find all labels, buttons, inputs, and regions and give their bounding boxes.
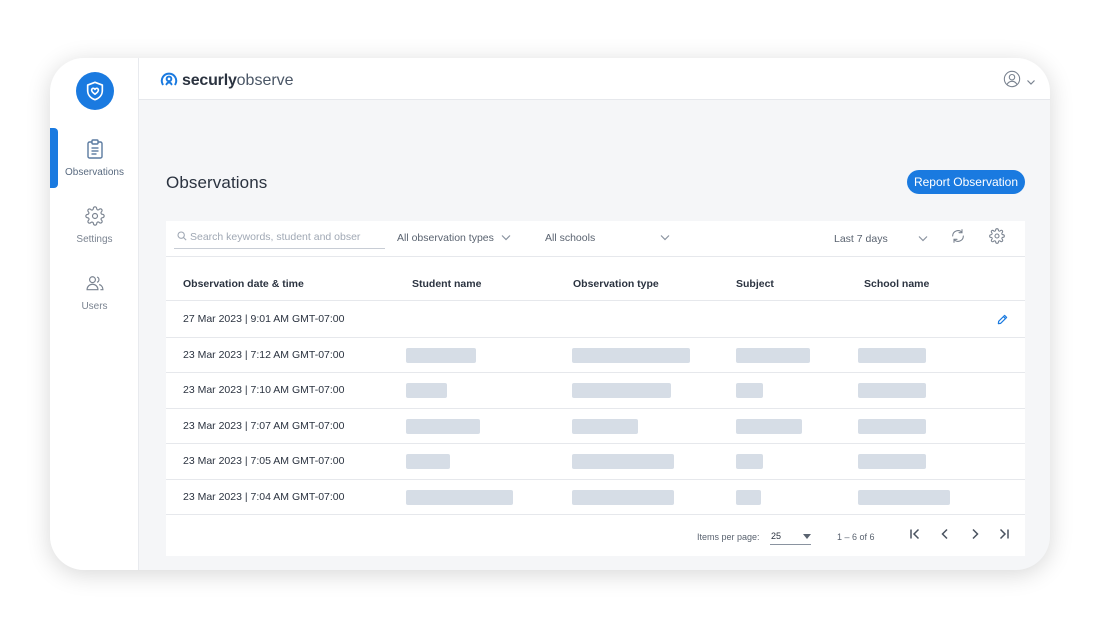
app-window: Observations Settings Users securly obse… (50, 58, 1050, 570)
filter-bar: All observation types All schools Last 7… (166, 221, 1025, 257)
redacted-observation-type (572, 489, 674, 505)
brand-logo: securly observe (160, 69, 294, 92)
sidebar-item-label: Observations (65, 166, 124, 178)
observation-date: 27 Mar 2023 | 9:01 AM GMT-07:00 (183, 313, 345, 325)
sidebar-item-observations[interactable]: Observations (50, 128, 139, 188)
redacted-subject (736, 418, 802, 434)
chevron-down-icon (918, 233, 928, 245)
refresh-icon[interactable] (950, 228, 966, 249)
items-per-page-label: Items per page: (697, 532, 760, 542)
pagination-bar: Items per page: 25 1 – 6 of 6 (166, 516, 1025, 556)
clipboard-icon (86, 138, 104, 162)
redacted-school-name (858, 454, 926, 469)
sidebar-item-label: Settings (76, 233, 113, 245)
securly-logo-icon (160, 69, 178, 92)
date-range-select[interactable]: Last 7 days (834, 230, 928, 248)
items-per-page-select[interactable]: 25 (770, 527, 811, 545)
observations-panel: All observation types All schools Last 7… (166, 221, 1025, 556)
search-input[interactable] (190, 231, 380, 243)
pencil-edit-icon[interactable] (997, 312, 1008, 330)
page-range-label: 1 – 6 of 6 (837, 532, 875, 542)
sidebar-item-users[interactable]: Users (50, 262, 139, 322)
user-avatar-icon (1003, 70, 1021, 93)
observation-type-value: All observation types (397, 232, 494, 244)
sidebar-item-label: Users (81, 300, 108, 312)
redacted-subject (736, 383, 763, 398)
column-header-date[interactable]: Observation date & time (183, 278, 304, 290)
observation-date: 23 Mar 2023 | 7:12 AM GMT-07:00 (183, 348, 345, 361)
observation-type-select[interactable]: All observation types (397, 229, 511, 247)
chevron-down-icon (501, 232, 511, 244)
redacted-observation-type (572, 347, 690, 363)
observation-date: 23 Mar 2023 | 7:10 AM GMT-07:00 (183, 384, 345, 396)
user-menu[interactable] (1003, 70, 1036, 93)
table-row[interactable]: 23 Mar 2023 | 7:04 AM GMT-07:00 (166, 480, 1025, 515)
redacted-school-name (858, 347, 926, 363)
redacted-observation-type (572, 383, 671, 398)
page-title: Observations (166, 173, 268, 192)
school-select[interactable]: All schools (545, 229, 670, 247)
redacted-school-name (858, 418, 926, 434)
sidebar: Observations Settings Users (50, 58, 139, 570)
column-header-student[interactable]: Student name (412, 278, 481, 290)
observation-date: 23 Mar 2023 | 7:07 AM GMT-07:00 (183, 419, 345, 432)
school-value: All schools (545, 232, 596, 244)
sidebar-item-settings[interactable]: Settings (50, 195, 139, 255)
report-observation-button[interactable]: Report Observation (906, 170, 1025, 194)
brand-name-light: observe (236, 71, 294, 89)
redacted-school-name (858, 383, 926, 398)
brand-name-bold: securly (182, 71, 237, 89)
table-header: Observation date & time Student name Obs… (166, 271, 1025, 301)
redacted-observation-type (572, 418, 638, 434)
gear-icon (84, 205, 105, 229)
redacted-observation-type (572, 454, 674, 469)
observation-date: 23 Mar 2023 | 7:05 AM GMT-07:00 (183, 455, 345, 467)
redacted-student-name (406, 383, 447, 398)
shield-logo-icon (76, 72, 114, 110)
date-range-value: Last 7 days (834, 233, 888, 245)
table-row[interactable]: 23 Mar 2023 | 7:07 AM GMT-07:00 (166, 409, 1025, 444)
redacted-subject (736, 454, 763, 469)
table-row[interactable]: 27 Mar 2023 | 9:01 AM GMT-07:00 (166, 302, 1025, 338)
chevron-down-icon (660, 232, 670, 244)
redacted-student-name (406, 418, 480, 434)
redacted-student-name (406, 347, 476, 363)
redacted-school-name (858, 489, 950, 505)
users-icon (85, 273, 105, 296)
items-per-page-value: 25 (771, 530, 782, 541)
top-bar: securly observe (139, 58, 1050, 100)
previous-page-icon[interactable] (937, 526, 953, 544)
caret-down-icon (803, 531, 811, 541)
last-page-icon[interactable] (996, 526, 1012, 544)
table-row[interactable]: 23 Mar 2023 | 7:12 AM GMT-07:00 (166, 338, 1025, 373)
chevron-down-icon (1026, 73, 1036, 91)
column-header-school[interactable]: School name (864, 278, 929, 290)
column-header-type[interactable]: Observation type (573, 278, 659, 290)
redacted-subject (736, 347, 810, 363)
next-page-icon[interactable] (967, 526, 983, 544)
table-row[interactable]: 23 Mar 2023 | 7:05 AM GMT-07:00 (166, 444, 1025, 480)
redacted-subject (736, 489, 761, 505)
column-header-subject[interactable]: Subject (736, 278, 774, 290)
first-page-icon[interactable] (907, 526, 923, 544)
redacted-student-name (406, 454, 450, 469)
search-field[interactable] (174, 226, 385, 249)
redacted-student-name (406, 489, 513, 505)
table-row[interactable]: 23 Mar 2023 | 7:10 AM GMT-07:00 (166, 373, 1025, 409)
observation-date: 23 Mar 2023 | 7:04 AM GMT-07:00 (183, 490, 345, 503)
table-settings-gear-icon[interactable] (989, 228, 1005, 249)
search-icon (177, 228, 187, 246)
